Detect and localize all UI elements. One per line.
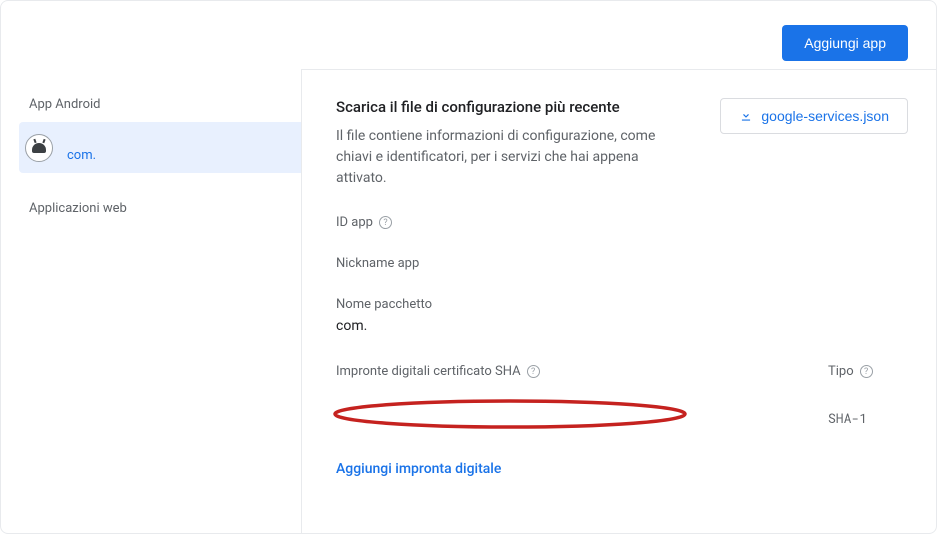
nickname-label: Nickname app xyxy=(336,256,419,271)
sidebar-app-item[interactable]: com. xyxy=(19,122,301,173)
download-config-label: google-services.json xyxy=(761,108,889,124)
topbar: Aggiungi app xyxy=(1,1,936,69)
android-section-label: App Android xyxy=(29,97,301,112)
sha-header-label: Impronte digitali certificato SHA xyxy=(336,364,521,379)
field-nickname: Nickname app xyxy=(336,256,908,271)
help-icon[interactable]: ? xyxy=(527,365,540,378)
settings-panel: Aggiungi app App Android com. Applicazio… xyxy=(0,0,937,534)
sidebar-app-text: com. xyxy=(67,132,96,163)
sidebar-app-package: com. xyxy=(67,148,96,163)
help-icon[interactable]: ? xyxy=(860,365,873,378)
download-icon xyxy=(739,109,753,123)
body: App Android com. Applicazioni web Scaric… xyxy=(1,69,936,533)
help-icon[interactable]: ? xyxy=(379,216,392,229)
package-label: Nome pacchetto xyxy=(336,297,432,312)
add-fingerprint-button[interactable]: Aggiungi impronta digitale xyxy=(336,461,501,477)
sha-fingerprint-value xyxy=(336,403,828,433)
sha-type-value: SHA-1 xyxy=(828,409,908,427)
sha-type-header: Tipo xyxy=(828,364,854,379)
config-text: Scarica il file di configurazione più re… xyxy=(336,98,666,189)
sidebar: App Android com. Applicazioni web xyxy=(1,69,301,533)
add-app-button[interactable]: Aggiungi app xyxy=(782,25,908,61)
download-config-button[interactable]: google-services.json xyxy=(720,98,908,134)
web-section-label: Applicazioni web xyxy=(29,201,301,216)
sha-header-row: Impronte digitali certificato SHA ? Tipo… xyxy=(336,364,908,379)
package-value: com. xyxy=(336,318,908,334)
sha-fingerprint-row: SHA-1 xyxy=(336,393,908,443)
config-description: Il file contiene informazioni di configu… xyxy=(336,126,666,189)
app-id-label: ID app xyxy=(336,215,373,230)
main-content: Scarica il file di configurazione più re… xyxy=(301,69,936,533)
config-title: Scarica il file di configurazione più re… xyxy=(336,98,666,116)
config-section: Scarica il file di configurazione più re… xyxy=(336,98,908,189)
field-app-id: ID app ? xyxy=(336,215,908,230)
field-package: Nome pacchetto com. xyxy=(336,297,908,334)
android-icon xyxy=(25,134,53,162)
annotation-ellipse-icon xyxy=(330,397,690,431)
